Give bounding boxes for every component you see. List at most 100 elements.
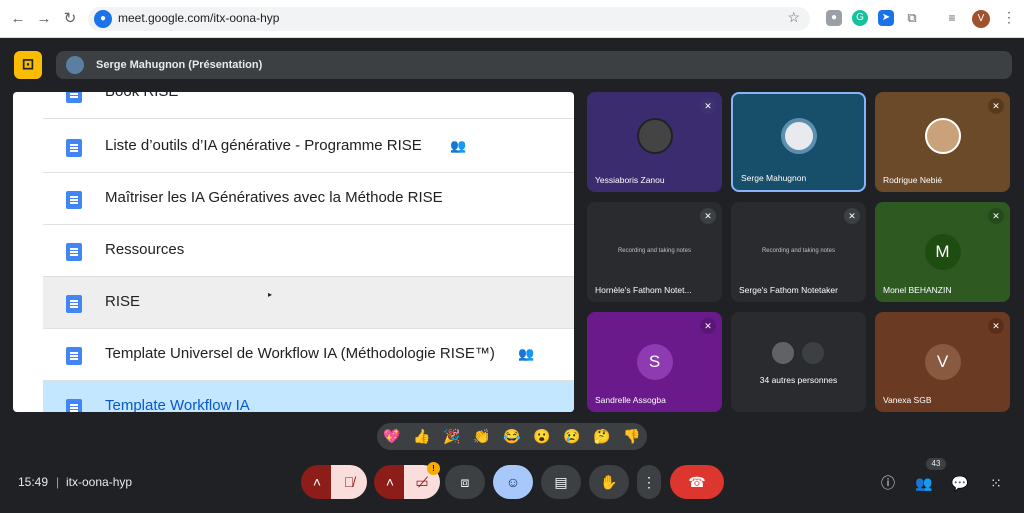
mic-off-icon: 🎙̸ (343, 474, 355, 490)
file-name: RISE (105, 293, 141, 310)
participant-name: Serge's Fathom Notetaker (739, 285, 838, 295)
participant-name: Rodrigue Nebié (883, 175, 943, 185)
participant-tile[interactable]: Recording and taking notes ✕ Hornèle's F… (587, 202, 722, 302)
captions-button[interactable]: ▤ (541, 465, 581, 499)
participant-tile-active[interactable]: Serge Mahugnon (731, 92, 866, 192)
participant-name: Vanexa SGB (883, 395, 932, 405)
participant-photo (636, 118, 673, 154)
reaction-party[interactable]: 🎉 (443, 428, 460, 445)
google-doc-icon (66, 191, 82, 209)
reaction-thumbs-down[interactable]: 👎 (623, 428, 640, 445)
google-doc-icon (66, 399, 82, 412)
raise-hand-button[interactable]: ✋ (589, 465, 629, 499)
reactions-button[interactable]: ☺ (493, 465, 533, 499)
participant-tile[interactable]: V ✕ Vanexa SGB (875, 312, 1010, 412)
recording-status: Recording and taking notes (761, 248, 836, 254)
reaction-clap[interactable]: 👏 (473, 428, 490, 445)
mouse-cursor: ▸ (268, 290, 273, 299)
video-options-chevron-icon[interactable]: ˄ (374, 465, 406, 499)
bookmark-star-icon[interactable]: ☆ (787, 9, 800, 26)
others-count: 34 autres personnes (759, 375, 838, 385)
leave-call-button[interactable]: ☎ (670, 465, 724, 499)
reaction-surprised[interactable]: 😮 (533, 428, 550, 445)
participant-name: Serge Mahugnon (741, 173, 807, 183)
extensions-puzzle-icon[interactable]: ⧉ (904, 10, 920, 26)
file-row: RISE ▸ (43, 277, 574, 329)
participant-photo (770, 340, 796, 366)
meeting-code: itx-oona-hyp (66, 475, 133, 489)
extension-record-icon[interactable]: ● (826, 10, 842, 26)
present-screen-icon: ⧈ (460, 474, 470, 490)
presenter-banner: Serge Mahugnon (Présentation) (56, 51, 1012, 79)
mic-off-icon: ✕ (844, 208, 860, 224)
shared-screen: Book RISE Liste d’outils d’IA générative… (13, 92, 574, 412)
emoji-icon: ☺ (505, 474, 521, 490)
camera-warning-badge: ! (427, 462, 440, 475)
presenter-avatar (66, 56, 84, 74)
address-bar[interactable]: ● meet.google.com/itx-oona-hyp ☆ (88, 7, 810, 31)
meeting-time: 15:49 (18, 475, 49, 489)
microphone-indicator-icon[interactable]: ● (94, 10, 112, 28)
participant-name: Hornèle's Fathom Notet... (595, 285, 692, 295)
file-name: Liste d’outils d’IA générative - Program… (105, 137, 422, 154)
audio-options-chevron-icon[interactable]: ˄ (301, 465, 333, 499)
end-call-icon: ☎ (688, 474, 706, 490)
participant-tile[interactable]: S ✕ Sandrelle Assogba (587, 312, 722, 412)
google-doc-icon (66, 139, 82, 157)
participant-name: Sandrelle Assogba (595, 395, 666, 405)
recording-status: Recording and taking notes (617, 248, 692, 254)
participant-photo (780, 118, 817, 154)
reaction-thinking[interactable]: 🤔 (593, 428, 610, 445)
people-icon[interactable]: 👥 (914, 473, 934, 493)
reaction-heart[interactable]: 💖 (383, 428, 400, 445)
others-tile[interactable]: 34 autres personnes (731, 312, 866, 412)
participant-tile[interactable]: Recording and taking notes ✕ Serge's Fat… (731, 202, 866, 302)
participant-tile[interactable]: ✕ Rodrigue Nebié (875, 92, 1010, 192)
mic-off-icon: ✕ (988, 208, 1004, 224)
extension-grammarly-icon[interactable]: G (852, 10, 868, 26)
reaction-thumbs-up[interactable]: 👍 (413, 428, 430, 445)
participant-avatar: M (924, 234, 961, 270)
extension-cursor-icon[interactable]: ➤ (878, 10, 894, 26)
camera-off-icon: ▭̸ (415, 474, 429, 490)
participant-name: Monel BEHANZIN (883, 285, 952, 295)
file-row: Liste d’outils d’IA générative - Program… (43, 121, 574, 173)
profile-avatar[interactable]: V (972, 10, 990, 28)
meeting-info-icon[interactable]: ⓘ (878, 473, 898, 493)
url-text[interactable]: meet.google.com/itx-oona-hyp (118, 11, 279, 25)
file-name: Ressources (105, 241, 185, 258)
forward-icon[interactable]: → (34, 9, 54, 29)
participant-tile[interactable]: ✕ Yessiaboris Zanou (587, 92, 722, 192)
file-row: Ressources (43, 225, 574, 277)
mic-off-icon: ✕ (988, 318, 1004, 334)
file-row: Template Universel de Workflow IA (Métho… (43, 329, 574, 381)
media-control-icon[interactable]: ≡ (944, 10, 960, 26)
participant-tile[interactable]: M ✕ Monel BEHANZIN (875, 202, 1010, 302)
present-screen-button[interactable]: ⧈ (445, 465, 485, 499)
google-doc-icon (66, 92, 82, 103)
mic-off-icon: ✕ (988, 98, 1004, 114)
captions-icon: ▤ (554, 474, 568, 490)
participant-avatar: S (636, 344, 673, 380)
separator: | (56, 475, 60, 489)
mic-toggle-button[interactable]: 🎙̸ (331, 465, 367, 499)
more-options-button[interactable]: ⋮ (637, 465, 661, 499)
participant-photo (924, 118, 961, 154)
reaction-laugh[interactable]: 😂 (503, 428, 520, 445)
mic-off-icon: ✕ (700, 318, 716, 334)
activities-grid-icon[interactable]: ⁙ (986, 473, 1006, 493)
file-name: Book RISE (105, 92, 178, 100)
shared-people-icon: 👥 (518, 346, 535, 361)
google-doc-icon (66, 295, 82, 313)
back-icon[interactable]: ← (8, 9, 28, 29)
file-row: Maîtriser les IA Génératives avec la Mét… (43, 173, 574, 225)
reactions-bar: 💖 👍 🎉 👏 😂 😮 😢 🤔 👎 (377, 423, 647, 450)
file-name: Maîtriser les IA Génératives avec la Mét… (105, 189, 443, 206)
google-doc-icon (66, 243, 82, 261)
browser-menu-icon[interactable]: ⋮ (1002, 9, 1016, 26)
chat-icon[interactable]: 💬 (950, 473, 970, 493)
file-row: Book RISE (43, 92, 574, 119)
hand-icon: ✋ (600, 474, 618, 490)
reaction-sad[interactable]: 😢 (563, 428, 580, 445)
reload-icon[interactable]: ↻ (60, 9, 80, 29)
